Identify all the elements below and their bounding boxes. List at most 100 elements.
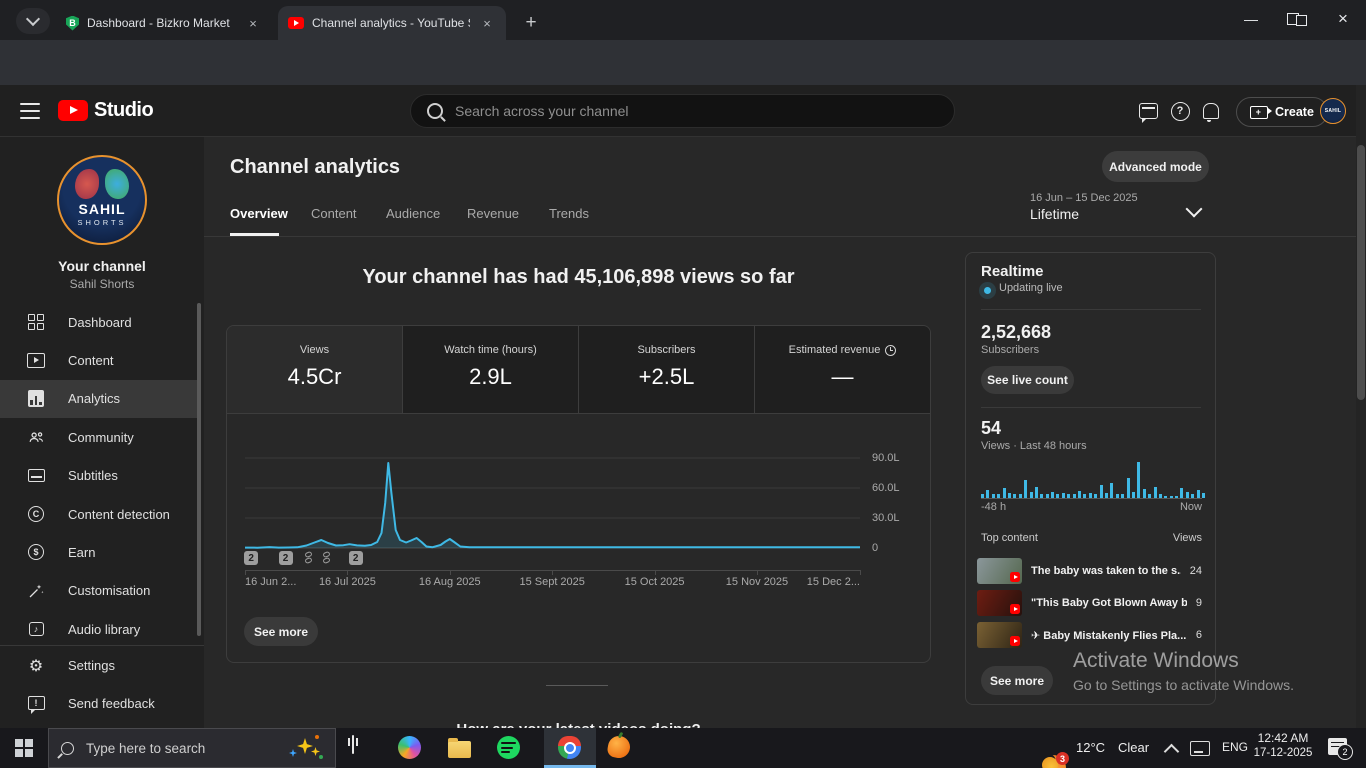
realtime-views-label: Views · Last 48 hours	[981, 440, 1087, 452]
minimize-button[interactable]: —	[1228, 0, 1274, 38]
close-tab-icon[interactable]: ×	[478, 14, 496, 32]
video-thumbnail	[977, 558, 1022, 584]
sidebar-item-dashboard[interactable]: Dashboard	[0, 303, 200, 341]
new-tab-button[interactable]: +	[518, 10, 544, 36]
video-count-marker[interactable]: 2	[279, 551, 293, 565]
sidebar-item-content[interactable]: Content	[0, 341, 200, 379]
sidebar-item-earn[interactable]: $Earn	[0, 533, 200, 571]
fl-studio-icon[interactable]	[608, 736, 633, 761]
realtime-bar	[1175, 496, 1178, 498]
tab-revenue[interactable]: Revenue	[467, 206, 519, 221]
views-line-chart[interactable]	[245, 451, 860, 549]
shorts-marker-icon[interactable]	[301, 551, 315, 565]
video-count-marker[interactable]: 2	[349, 551, 363, 565]
community-icon	[26, 428, 46, 447]
tab-trends[interactable]: Trends	[549, 206, 589, 221]
see-more-button[interactable]: See more	[244, 617, 318, 646]
account-avatar[interactable]: SAHIL	[1320, 98, 1346, 124]
tab-audience[interactable]: Audience	[386, 206, 440, 221]
temperature-label[interactable]: 12°C	[1076, 740, 1105, 755]
updating-live-label: Updating live	[999, 282, 1063, 294]
start-button[interactable]	[0, 728, 48, 768]
sidebar-item-send-feedback[interactable]: !Send feedback	[0, 684, 200, 722]
sidebar-item-analytics[interactable]: Analytics	[0, 380, 200, 418]
metric-watch-time[interactable]: Watch time (hours) 2.9L	[403, 326, 579, 413]
sidebar-item-audio-library[interactable]: ♪Audio library	[0, 610, 200, 648]
top-content-row[interactable]: "This Baby Got Blown Away b...9	[977, 590, 1202, 616]
taskbar-search-input[interactable]: Type here to search	[48, 728, 336, 768]
sidebar-item-content-detection[interactable]: CContent detection	[0, 495, 200, 533]
realtime-bar	[1094, 494, 1097, 498]
windows-logo-icon	[15, 739, 33, 757]
metric-subscribers[interactable]: Subscribers +2.5L	[579, 326, 755, 413]
video-views: 9	[1196, 597, 1202, 609]
advanced-mode-button[interactable]: Advanced mode	[1102, 151, 1209, 182]
sidebar-divider	[0, 645, 204, 646]
shorts-marker-icon[interactable]	[319, 551, 333, 565]
restore-button[interactable]	[1274, 0, 1320, 38]
studio-search-input[interactable]: Search across your channel	[410, 94, 955, 128]
browser-tab-channel-analytics[interactable]: Channel analytics - YouTube Stu ×	[278, 6, 506, 40]
youtube-logo-icon[interactable]	[58, 100, 88, 121]
brain-right-graphic	[105, 169, 129, 199]
video-count-marker[interactable]: 2	[244, 551, 258, 565]
see-live-count-button[interactable]: See live count	[981, 366, 1074, 394]
x-axis-tick	[655, 570, 656, 575]
tab-overview[interactable]: Overview	[230, 206, 288, 221]
period-selector[interactable]: Lifetime	[1030, 206, 1079, 222]
sidebar-item-settings[interactable]: ⚙Settings	[0, 646, 200, 684]
realtime-see-more-button[interactable]: See more	[981, 666, 1053, 695]
metric-value: +2.5L	[639, 364, 695, 390]
notifications-bell-icon[interactable]	[1199, 99, 1223, 123]
tab-content[interactable]: Content	[311, 206, 357, 221]
notification-center-icon[interactable]: 2	[1328, 738, 1347, 755]
avatar-text-2: SHORTS	[59, 218, 145, 227]
top-content-row[interactable]: ✈ Baby Mistakenly Flies Pla...6	[977, 622, 1202, 648]
sidebar-item-subtitles[interactable]: Subtitles	[0, 457, 200, 495]
realtime-bar	[1186, 492, 1189, 498]
metric-views[interactable]: Views 4.5Cr	[227, 326, 403, 413]
metric-label: Watch time (hours)	[444, 344, 537, 356]
studio-brand[interactable]: Studio	[94, 99, 153, 122]
clock-time[interactable]: 12:42 AM	[1252, 731, 1314, 745]
metric-estimated-revenue[interactable]: Estimated revenue —	[755, 326, 930, 413]
realtime-bar	[1110, 483, 1113, 498]
sidebar-item-customisation[interactable]: Customisation	[0, 572, 200, 610]
copyright-icon: C	[26, 506, 46, 522]
sidebar-scrollbar[interactable]	[197, 303, 201, 636]
tab-search-button[interactable]	[16, 8, 50, 34]
dashboard-icon	[26, 314, 46, 330]
create-button[interactable]: + Create	[1236, 97, 1328, 127]
top-content-row[interactable]: The baby was taken to the s...24	[977, 558, 1202, 584]
weather-condition-label[interactable]: Clear	[1118, 740, 1149, 755]
sidebar-item-label: Subtitles	[68, 468, 118, 483]
feedback-bubble-icon[interactable]	[1136, 99, 1160, 123]
period-chevron-icon[interactable]	[1186, 201, 1203, 218]
scrollbar-thumb[interactable]	[1357, 145, 1365, 400]
sidebar-item-community[interactable]: Community	[0, 418, 200, 456]
realtime-bar-chart[interactable]	[981, 460, 1202, 499]
weather-icon[interactable]: 3	[1040, 755, 1066, 768]
hamburger-menu-icon[interactable]	[20, 103, 40, 119]
close-window-button[interactable]: ×	[1320, 0, 1366, 38]
language-indicator[interactable]: ENG	[1222, 740, 1248, 754]
x-tick-label: 15 Oct 2025	[605, 576, 705, 588]
task-view-icon[interactable]	[348, 736, 373, 761]
file-explorer-icon[interactable]	[448, 736, 473, 761]
tray-chevron-up-icon[interactable]	[1166, 742, 1177, 757]
browser-toolbar: ← → ⟳ ⌂ studio.youtube.com/channel/UCIk4…	[0, 40, 1366, 85]
avatar-text-1: SAHIL	[59, 201, 145, 217]
touch-keyboard-icon[interactable]	[1190, 738, 1210, 756]
close-tab-icon[interactable]: ×	[244, 14, 262, 32]
browser-tab-dashboard[interactable]: B Dashboard - Bizkro Market ×	[56, 6, 272, 40]
sidebar-item-label: Settings	[68, 658, 115, 673]
channel-avatar[interactable]: SAHIL SHORTS	[57, 155, 147, 245]
chrome-icon[interactable]	[558, 736, 583, 761]
clock-date[interactable]: 17-12-2025	[1252, 747, 1314, 759]
realtime-divider	[981, 407, 1201, 408]
help-icon[interactable]: ?	[1168, 99, 1192, 123]
feedback-icon: !	[26, 696, 46, 710]
spotify-icon[interactable]	[497, 736, 522, 761]
copilot-icon[interactable]	[398, 736, 423, 761]
channel-name: Sahil Shorts	[0, 277, 204, 291]
